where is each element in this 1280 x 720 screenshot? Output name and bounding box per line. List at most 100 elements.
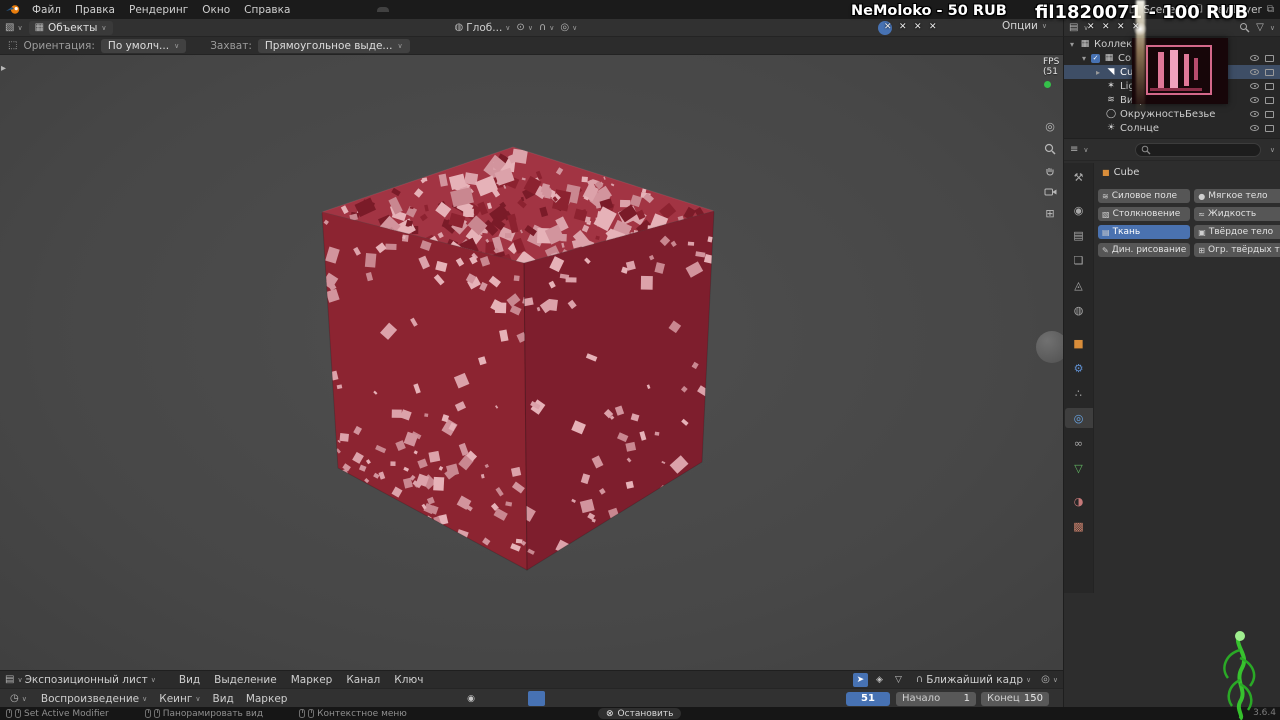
menu-item[interactable]: Вид∨: [207, 691, 240, 707]
physics-enable-button[interactable]: ≋ Силовое поле: [1098, 189, 1190, 203]
hide-in-viewport-toggle[interactable]: [1248, 125, 1261, 131]
mode-dropdown[interactable]: ▦ Объекты ∨: [29, 21, 113, 35]
workspace-tab[interactable]: [413, 7, 425, 12]
menu-item[interactable]: Кеинг∨: [153, 691, 206, 707]
menu-item[interactable]: Правка: [68, 2, 122, 18]
physics-enable-button[interactable]: ● Мягкое тело: [1194, 189, 1280, 203]
dope-editor-type-dropdown[interactable]: ▤∨: [5, 674, 23, 685]
grab-mode-dropdown[interactable]: Прямоугольное выде...∨: [258, 39, 410, 53]
menu-item[interactable]: Канал: [339, 672, 387, 688]
hide-in-viewport-toggle[interactable]: [1248, 69, 1261, 75]
hide-in-viewport-toggle[interactable]: [1248, 83, 1261, 89]
properties-tab[interactable]: ∴: [1065, 383, 1093, 403]
stop-button[interactable]: ⊗ Остановить: [598, 708, 681, 719]
disable-in-render-toggle[interactable]: [1263, 69, 1276, 76]
pivot-point-dropdown[interactable]: ⊙∨: [516, 22, 533, 33]
physics-enable-button[interactable]: ⊞ Огр. твёрдых тел: [1194, 243, 1280, 257]
proportional-edit-toggle[interactable]: ◎∨: [560, 22, 577, 33]
menu-item[interactable]: Ключ: [387, 672, 430, 688]
viewport-3d[interactable]: [0, 55, 1063, 670]
axis-gizmo-icon[interactable]: ◎: [1045, 120, 1055, 133]
properties-tab[interactable]: ▤: [1065, 225, 1093, 245]
properties-tab[interactable]: ⚒: [1065, 167, 1093, 187]
properties-tab[interactable]: ▽: [1065, 458, 1093, 478]
menu-item[interactable]: Файл: [25, 2, 68, 18]
transform-orientation-dropdown[interactable]: ◍ Глоб... ∨: [455, 22, 511, 34]
physics-enable-button[interactable]: ▤ Ткань: [1098, 225, 1190, 239]
physics-enable-button[interactable]: ✎ Дин. рисование: [1098, 243, 1190, 257]
current-frame-field[interactable]: 51: [846, 692, 890, 706]
show-hidden-toggle[interactable]: ◈: [872, 673, 887, 687]
collection-checkbox[interactable]: ✓: [1091, 54, 1100, 63]
timeline-editor-icon-dropdown[interactable]: ◷∨: [4, 691, 33, 706]
orientation-dropdown[interactable]: По умолч...∨: [101, 39, 186, 53]
hide-in-viewport-toggle[interactable]: [1248, 55, 1261, 61]
properties-tab[interactable]: ❏: [1065, 250, 1093, 270]
zoom-icon[interactable]: [1044, 143, 1056, 155]
menu-item[interactable]: Маркер∨: [240, 691, 294, 707]
properties-tab[interactable]: ◑: [1065, 491, 1093, 511]
outliner-filter-icon[interactable]: ▽: [1256, 22, 1264, 33]
snap-toggle[interactable]: ∩∨: [539, 22, 554, 33]
workspace-tab[interactable]: [305, 7, 317, 12]
editor-type-dropdown[interactable]: ▧∨: [5, 22, 23, 33]
workspace-tab[interactable]: [353, 7, 365, 12]
workspace-tab[interactable]: [389, 7, 401, 12]
expand-arrow-icon[interactable]: ▸: [1096, 68, 1105, 77]
physics-enable-button[interactable]: ≈ Жидкость: [1194, 207, 1280, 221]
workspace-tab[interactable]: [341, 7, 353, 12]
properties-breadcrumb[interactable]: ■ Cube: [1102, 167, 1139, 178]
properties-tab[interactable]: ◬: [1065, 275, 1093, 295]
disable-in-render-toggle[interactable]: [1263, 111, 1276, 118]
outliner-row[interactable]: ✓ ◯ ОкружностьБезье: [1064, 107, 1280, 121]
disable-in-render-toggle[interactable]: [1263, 83, 1276, 90]
physics-enable-button[interactable]: ▣ Твёрдое тело: [1194, 225, 1280, 239]
viewport-3d-cube[interactable]: [0, 55, 1063, 670]
expand-arrow-icon[interactable]: ▾: [1082, 54, 1091, 63]
workspace-tab[interactable]: [377, 7, 389, 12]
snap-mode-dropdown[interactable]: ∩Ближайший кадр∨: [916, 674, 1031, 686]
properties-tab[interactable]: ∞: [1065, 433, 1093, 453]
properties-tab[interactable]: ◎: [1065, 408, 1093, 428]
outliner-search-icon[interactable]: [1239, 22, 1250, 33]
properties-tab[interactable]: ◉: [1065, 200, 1093, 220]
proportional-edit-dropdown[interactable]: ◎∨: [1041, 674, 1058, 685]
properties-tab[interactable]: ▩: [1065, 516, 1093, 536]
properties-tab[interactable]: ■: [1065, 333, 1093, 353]
properties-tab[interactable]: ◍: [1065, 300, 1093, 320]
new-layer-icon[interactable]: ⧉: [1267, 4, 1274, 15]
menu-item[interactable]: Воспроизведение∨: [35, 691, 153, 707]
menu-item[interactable]: Рендеринг: [122, 2, 195, 18]
outliner-editor-icon[interactable]: ▤: [1069, 22, 1078, 33]
menu-item[interactable]: Маркер: [284, 672, 340, 688]
workspace-tab[interactable]: [317, 7, 329, 12]
toolbar-expand-arrow[interactable]: ▸: [1, 63, 6, 74]
workspace-tab[interactable]: [329, 7, 341, 12]
disable-in-render-toggle[interactable]: [1263, 55, 1276, 62]
menu-item[interactable]: Окно: [195, 2, 237, 18]
workspace-tab[interactable]: [401, 7, 413, 12]
disable-in-render-toggle[interactable]: [1263, 125, 1276, 132]
properties-editor-icon[interactable]: ≡: [1070, 144, 1078, 155]
frame-start-field[interactable]: Начало1: [896, 692, 976, 706]
properties-tab[interactable]: ⚙: [1065, 358, 1093, 378]
disable-in-render-toggle[interactable]: [1263, 97, 1276, 104]
hide-in-viewport-toggle[interactable]: [1248, 111, 1261, 117]
expand-arrow-icon[interactable]: ▾: [1070, 40, 1079, 49]
pan-hand-icon[interactable]: [1044, 165, 1056, 177]
menu-item[interactable]: Справка: [237, 2, 297, 18]
camera-view-icon[interactable]: [1044, 187, 1057, 197]
channel-filter-icon[interactable]: ▽: [891, 673, 906, 687]
dope-mode-dropdown[interactable]: Экспозиционный лист∨: [25, 674, 156, 686]
perspective-toggle-icon[interactable]: ⊞: [1045, 207, 1054, 220]
record-button[interactable]: ◉: [462, 691, 479, 706]
outliner-row[interactable]: ✓ ☀ Солнце: [1064, 121, 1280, 135]
frame-end-field[interactable]: Конец150: [981, 692, 1049, 706]
only-selected-toggle[interactable]: ➤: [853, 673, 868, 687]
physics-enable-button[interactable]: ▧ Столкновение: [1098, 207, 1190, 221]
menu-item[interactable]: Выделение: [207, 672, 284, 688]
menu-item[interactable]: Вид: [172, 672, 207, 688]
workspace-tab[interactable]: [365, 7, 377, 12]
properties-search-input[interactable]: [1135, 143, 1261, 157]
workspace-tab[interactable]: [425, 7, 437, 12]
